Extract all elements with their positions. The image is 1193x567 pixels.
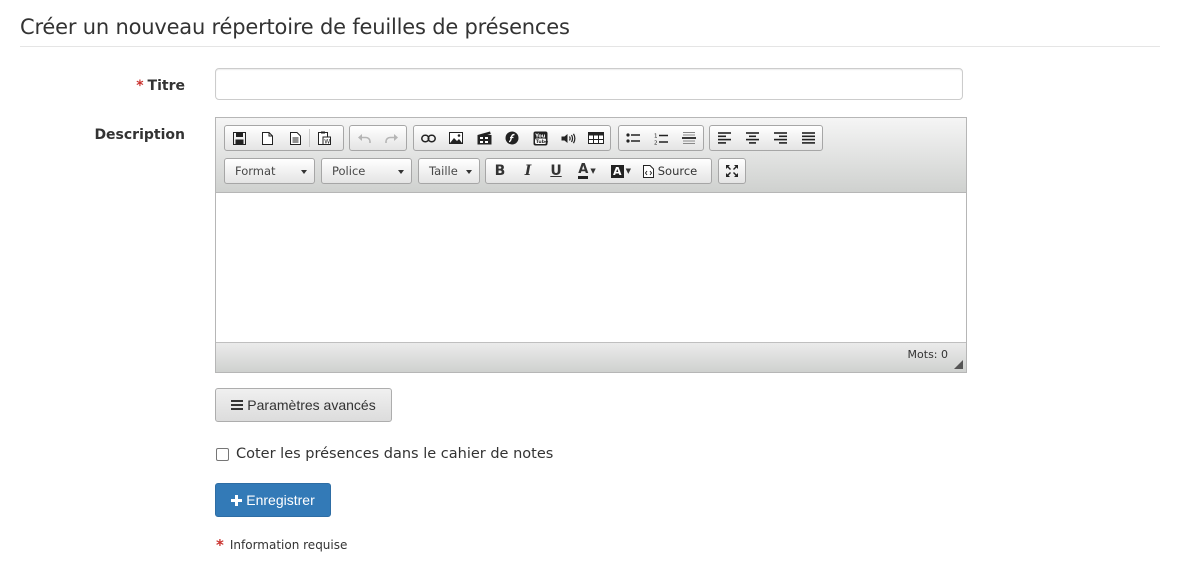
source-label: Source (657, 164, 698, 178)
toolbar-group-document: W (224, 125, 344, 151)
background-color-button[interactable]: A ▼ (604, 159, 638, 183)
editor-status-bar: Mots: 0 (216, 342, 966, 372)
menu-icon (231, 400, 244, 410)
horizontal-rule-icon[interactable] (675, 126, 703, 150)
text-color-button[interactable]: A ▼ (570, 159, 604, 183)
gradebook-option: Coter les présences dans le cahier de no… (216, 446, 553, 462)
numbered-list-icon[interactable]: 12 (647, 126, 675, 150)
toolbar-group-lists: 12 (618, 125, 704, 151)
gradebook-checkbox-label[interactable]: Coter les présences dans le cahier de no… (236, 446, 553, 462)
chevron-down-icon (301, 170, 307, 174)
format-dropdown-label: Format (235, 164, 276, 178)
required-info-text: Information requise (229, 538, 348, 552)
page-title: Créer un nouveau répertoire de feuilles … (20, 15, 570, 39)
justify-icon[interactable] (794, 126, 822, 150)
save-icon[interactable] (225, 126, 253, 150)
source-button[interactable]: Source (638, 159, 702, 183)
plus-icon (231, 494, 243, 506)
word-count: Mots: 0 (907, 348, 948, 361)
chevron-down-icon (398, 170, 404, 174)
align-right-icon[interactable] (766, 126, 794, 150)
required-marker: * (216, 536, 224, 554)
flash-icon[interactable] (498, 126, 526, 150)
toolbar-group-insert: You Tube (413, 125, 611, 151)
caret-down-icon: ▼ (590, 167, 596, 175)
size-dropdown-label: Taille (429, 164, 458, 178)
title-divider (20, 46, 1160, 47)
toolbar-group-view (718, 158, 746, 184)
paste-icon[interactable]: W (310, 126, 338, 150)
svg-text:You: You (534, 133, 546, 139)
underline-button[interactable]: U (542, 159, 570, 183)
svg-text:Tube: Tube (535, 139, 547, 145)
gradebook-checkbox[interactable] (216, 447, 229, 461)
link-icon[interactable] (414, 126, 442, 150)
text-color-glyph: A (578, 161, 589, 179)
italic-button[interactable]: I (514, 159, 542, 183)
align-center-icon[interactable] (738, 126, 766, 150)
editor-content-area[interactable] (216, 193, 966, 343)
maximize-icon[interactable] (719, 159, 745, 183)
editor-toolbar: W You Tube 1 2 Format Police Taille B I … (216, 118, 966, 193)
save-button[interactable]: Enregistrer (215, 483, 331, 517)
title-label-text: Titre (147, 78, 185, 94)
image-icon[interactable] (442, 126, 470, 150)
table-icon[interactable] (582, 126, 610, 150)
align-left-icon[interactable] (710, 126, 738, 150)
undo-icon[interactable] (350, 126, 378, 150)
title-input[interactable] (215, 68, 963, 100)
toolbar-group-align (709, 125, 823, 151)
templates-icon[interactable] (281, 126, 309, 150)
redo-icon[interactable] (378, 126, 406, 150)
video-icon[interactable] (470, 126, 498, 150)
required-marker: * (136, 78, 144, 94)
svg-text:2: 2 (654, 140, 658, 145)
toolbar-group-history (349, 125, 407, 151)
required-info-note: * Information requise (216, 536, 347, 554)
new-page-icon[interactable] (253, 126, 281, 150)
font-dropdown[interactable]: Police (321, 158, 412, 184)
bg-color-glyph: A (611, 164, 624, 178)
description-label: Description (94, 127, 185, 143)
bulleted-list-icon[interactable] (619, 126, 647, 150)
youtube-icon[interactable]: You Tube (526, 126, 554, 150)
format-dropdown[interactable]: Format (224, 158, 315, 184)
size-dropdown[interactable]: Taille (418, 158, 480, 184)
advanced-settings-label: Paramètres avancés (247, 397, 376, 413)
chevron-down-icon (466, 170, 472, 174)
source-icon (642, 164, 654, 178)
svg-text:W: W (324, 138, 330, 145)
audio-icon[interactable] (554, 126, 582, 150)
save-button-label: Enregistrer (246, 492, 315, 508)
font-dropdown-label: Police (332, 164, 366, 178)
rich-text-editor: W You Tube 1 2 Format Police Taille B I … (215, 117, 967, 373)
svg-text:1: 1 (654, 133, 658, 139)
advanced-settings-button[interactable]: Paramètres avancés (215, 388, 392, 422)
toolbar-group-text-style: B I U A ▼ A ▼ Source (485, 158, 712, 184)
title-label: * Titre (136, 78, 185, 94)
resize-handle-icon[interactable] (954, 360, 963, 369)
caret-down-icon: ▼ (625, 167, 631, 175)
bold-button[interactable]: B (486, 159, 514, 183)
